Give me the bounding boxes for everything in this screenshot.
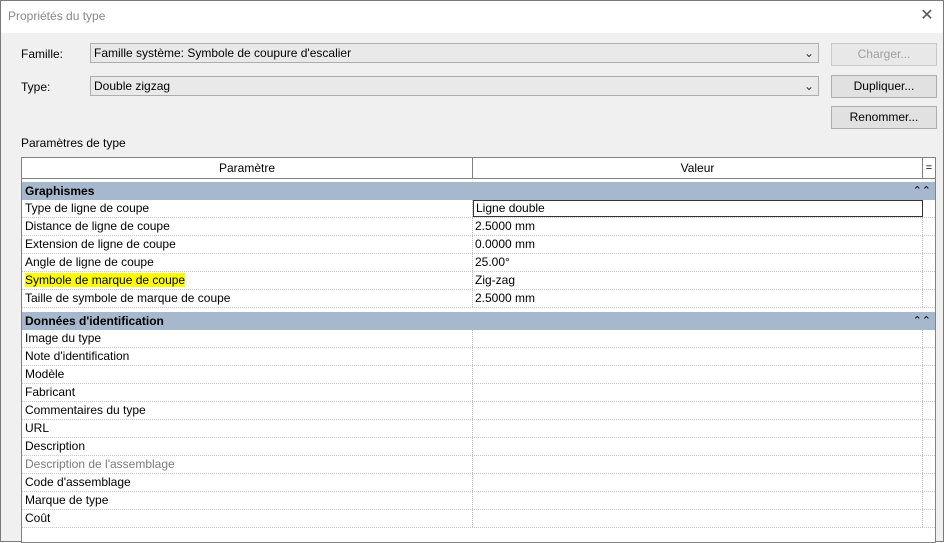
table-row[interactable]: Code d'assemblage <box>22 474 935 492</box>
title-bar: Propriétés du type ✕ <box>1 1 943 33</box>
group-donnees-identification[interactable]: Données d'identification ⌃⌃ <box>22 312 935 330</box>
column-header-extra[interactable]: = <box>923 158 935 179</box>
group-title: Graphismes <box>25 184 95 198</box>
param-value[interactable]: Zig-zag <box>473 272 923 289</box>
dupliquer-button[interactable]: Dupliquer... <box>831 75 937 98</box>
param-value[interactable] <box>473 384 923 401</box>
param-name: Extension de ligne de coupe <box>22 236 473 253</box>
param-name: Image du type <box>22 330 473 347</box>
param-value[interactable] <box>473 402 923 419</box>
param-name: Modèle <box>22 366 473 383</box>
table-row[interactable]: Note d'identification <box>22 348 935 366</box>
param-name: Marque de type <box>22 492 473 509</box>
collapse-chevron-icon[interactable]: ⌃⌃ <box>913 182 931 200</box>
param-value[interactable]: 2.5000 mm <box>473 290 923 307</box>
param-name: Commentaires du type <box>22 402 473 419</box>
param-value[interactable] <box>473 366 923 383</box>
param-value[interactable] <box>473 420 923 437</box>
param-name: Angle de ligne de coupe <box>22 254 473 271</box>
param-value[interactable] <box>473 348 923 365</box>
type-label: Type: <box>21 80 51 94</box>
column-header-parameter[interactable]: Paramètre <box>22 158 473 179</box>
param-name-highlighted: Symbole de marque de coupe <box>22 272 473 289</box>
param-name: Coût <box>22 510 473 527</box>
charger-button[interactable]: Charger... <box>831 43 937 66</box>
table-row[interactable]: Symbole de marque de coupe Zig-zag <box>22 272 935 290</box>
renommer-button[interactable]: Renommer... <box>831 106 937 129</box>
highlighted-text: Symbole de marque de coupe <box>25 273 186 287</box>
table-row[interactable]: Taille de symbole de marque de coupe 2.5… <box>22 290 935 308</box>
param-name: Description de l'assemblage <box>22 456 473 473</box>
table-row[interactable]: Modèle <box>22 366 935 384</box>
param-value[interactable]: 25.00° <box>473 254 923 271</box>
param-value[interactable] <box>473 474 923 491</box>
table-row[interactable]: Angle de ligne de coupe 25.00° <box>22 254 935 272</box>
group-graphismes[interactable]: Graphismes ⌃⌃ <box>22 182 935 200</box>
famille-value: Famille système: Symbole de coupure d'es… <box>94 46 352 60</box>
table-row[interactable]: Extension de ligne de coupe 0.0000 mm <box>22 236 935 254</box>
param-value[interactable] <box>473 510 923 527</box>
group-title: Données d'identification <box>25 314 164 328</box>
table-row[interactable]: URL <box>22 420 935 438</box>
chevron-down-icon: ⌄ <box>803 79 815 93</box>
table-row[interactable]: Coût <box>22 510 935 528</box>
type-properties-dialog: Propriétés du type ✕ Famille: Famille sy… <box>0 0 944 543</box>
param-value[interactable] <box>473 330 923 347</box>
param-name: Taille de symbole de marque de coupe <box>22 290 473 307</box>
table-row[interactable]: Commentaires du type <box>22 402 935 420</box>
param-name: Code d'assemblage <box>22 474 473 491</box>
param-name: Type de ligne de coupe <box>22 200 473 217</box>
param-name: URL <box>22 420 473 437</box>
param-value[interactable] <box>473 492 923 509</box>
famille-dropdown[interactable]: Famille système: Symbole de coupure d'es… <box>90 43 819 63</box>
param-name: Description <box>22 438 473 455</box>
param-name: Distance de ligne de coupe <box>22 218 473 235</box>
type-value: Double zigzag <box>94 79 171 93</box>
param-name: Fabricant <box>22 384 473 401</box>
table-row[interactable]: Marque de type <box>22 492 935 510</box>
table-row[interactable]: Fabricant <box>22 384 935 402</box>
table-row[interactable]: Description <box>22 438 935 456</box>
param-value[interactable] <box>473 438 923 455</box>
param-value[interactable]: 2.5000 mm <box>473 218 923 235</box>
window-title: Propriétés du type <box>8 9 106 23</box>
famille-label: Famille: <box>21 47 64 61</box>
table-row[interactable]: Distance de ligne de coupe 2.5000 mm <box>22 218 935 236</box>
column-header-value[interactable]: Valeur <box>473 158 923 179</box>
collapse-chevron-icon[interactable]: ⌃⌃ <box>913 312 931 330</box>
type-parameters-grid: Paramètre Valeur = Graphismes ⌃⌃ Type de… <box>21 157 936 543</box>
param-value[interactable]: 0.0000 mm <box>473 236 923 253</box>
param-name: Note d'identification <box>22 348 473 365</box>
param-value[interactable] <box>473 456 923 473</box>
chevron-down-icon: ⌄ <box>803 46 815 60</box>
table-row[interactable]: Type de ligne de coupe Ligne double <box>22 200 935 218</box>
section-label: Paramètres de type <box>21 136 126 150</box>
close-icon[interactable]: ✕ <box>917 6 937 26</box>
table-row[interactable]: Image du type <box>22 330 935 348</box>
type-dropdown[interactable]: Double zigzag ⌄ <box>90 76 819 96</box>
param-value[interactable]: Ligne double <box>473 200 923 217</box>
table-row[interactable]: Description de l'assemblage <box>22 456 935 474</box>
